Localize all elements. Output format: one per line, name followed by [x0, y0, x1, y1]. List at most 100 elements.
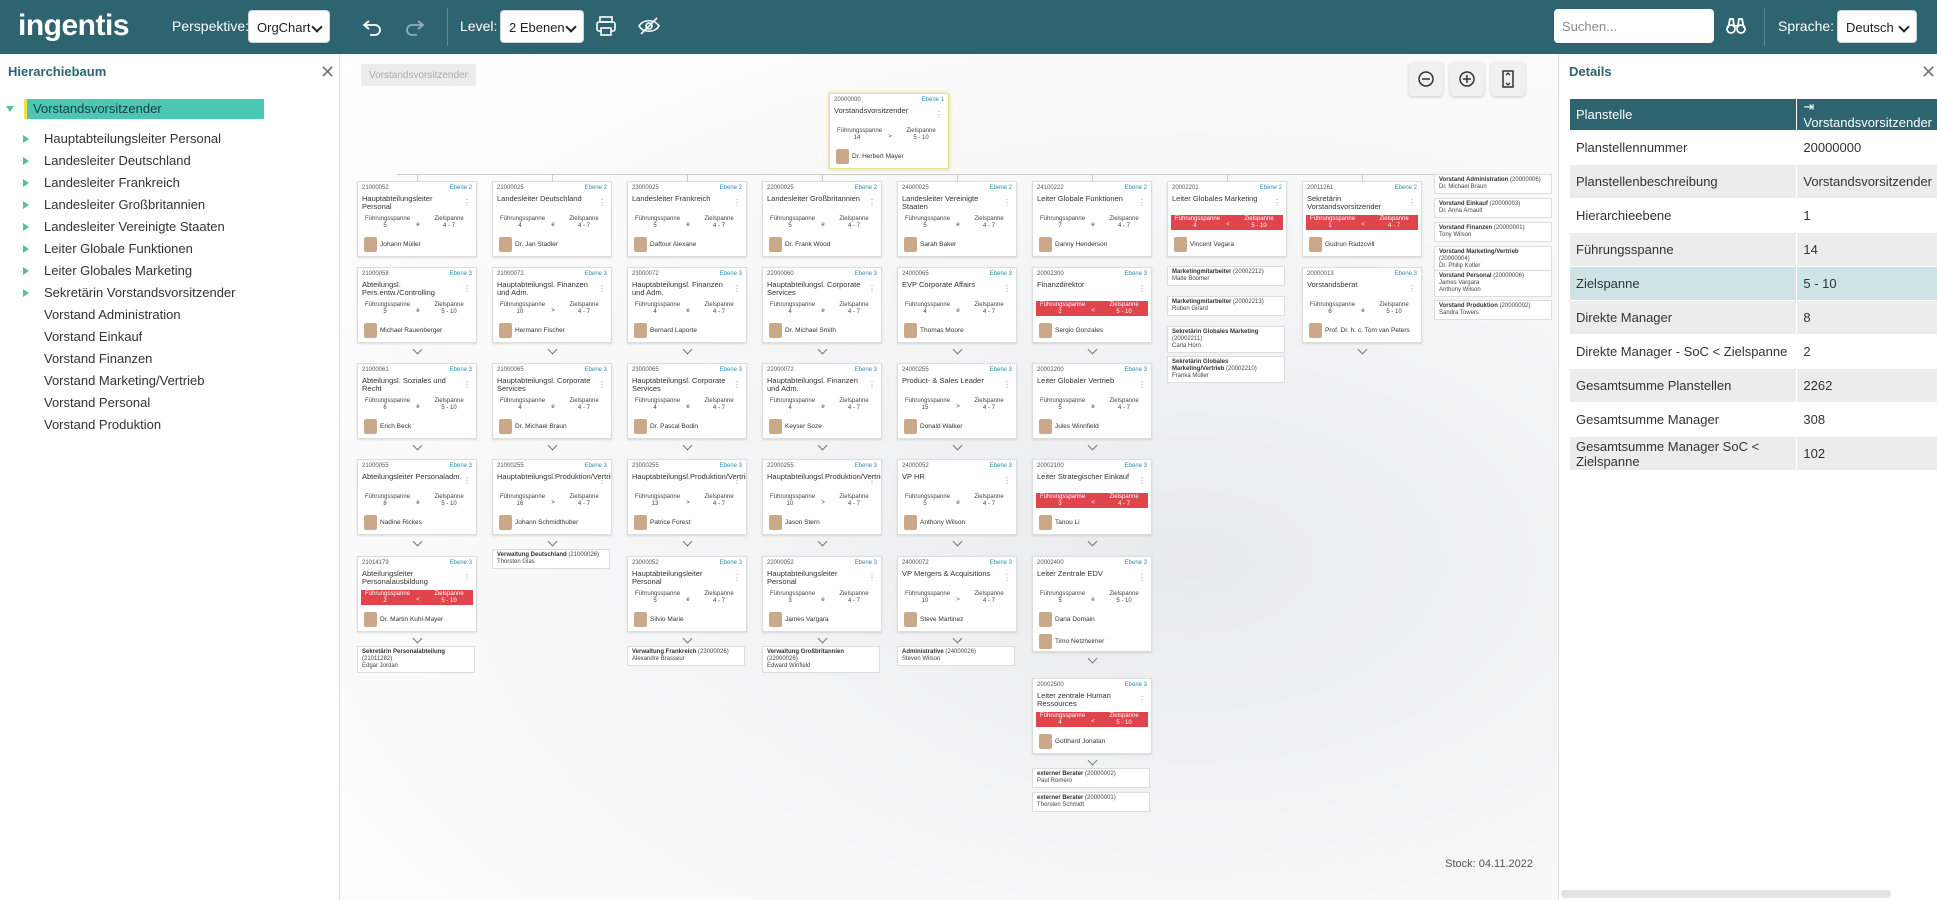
more-options-icon[interactable]: ⋮: [1138, 198, 1146, 207]
tree-item[interactable]: Vorstand Marketing/Vertrieb: [44, 371, 204, 391]
more-options-icon[interactable]: ⋮: [1138, 695, 1146, 704]
person-entry[interactable]: Sarah Baker: [904, 237, 956, 252]
chevron-down-icon[interactable]: [1087, 536, 1098, 547]
person-entry[interactable]: Jason Stern: [769, 515, 820, 530]
redo-icon[interactable]: [403, 14, 429, 40]
tree-item[interactable]: Vorstand Produktion: [44, 415, 161, 435]
staff-box[interactable]: Verwaltung Frankreich (23000026) Alexandr…: [627, 646, 745, 666]
close-icon[interactable]: ✕: [1921, 62, 1936, 83]
person-entry[interactable]: Dr. Herbert Mayer: [836, 149, 904, 164]
more-options-icon[interactable]: ⋮: [598, 476, 606, 485]
more-options-icon[interactable]: ⋮: [463, 476, 471, 485]
hide-icon[interactable]: [637, 14, 663, 40]
tree-item[interactable]: Vorstand Finanzen: [44, 349, 152, 369]
org-card[interactable]: 20002100 Ebene 3 Leiter Strategischer Eink…: [1032, 459, 1152, 535]
more-options-icon[interactable]: ⋮: [1003, 284, 1011, 293]
org-card[interactable]: 23000052 Ebene 3 Hauptabteilungsleiter Per…: [627, 556, 747, 632]
more-options-icon[interactable]: ⋮: [1408, 284, 1416, 293]
org-card[interactable]: 20002400 Ebene 3 Leiter Zentrale EDV ⋮ Führu…: [1032, 556, 1152, 652]
org-card[interactable]: 21000052 Ebene 2 Hauptabteilungsleiter Per…: [357, 181, 477, 257]
person-entry[interactable]: Jules Winnfield: [1039, 419, 1099, 434]
person-entry[interactable]: Dr. Frank Wood: [769, 237, 830, 252]
org-card[interactable]: 21000061 Ebene 3 Abteilungsl. Soziales und…: [357, 363, 477, 439]
org-card[interactable]: 22000060 Ebene 3 Hauptabteilungsl. Corpora…: [762, 267, 882, 343]
org-card[interactable]: 24000052 Ebene 3 VP HR ⋮ Führungsspanne Ziels…: [897, 459, 1017, 535]
expand-caret-icon[interactable]: [23, 201, 29, 209]
expand-caret-icon[interactable]: [23, 289, 29, 297]
more-options-icon[interactable]: ⋮: [1138, 476, 1146, 485]
tree-root-item[interactable]: Vorstandsvorsitzender: [24, 99, 264, 119]
more-options-icon[interactable]: ⋮: [1003, 380, 1011, 389]
chevron-down-icon[interactable]: [682, 536, 693, 547]
person-entry[interactable]: Dr. Jan Stadler: [499, 237, 558, 252]
staff-box[interactable]: Administrative (24000026) Steven Wilson: [897, 646, 1015, 666]
more-options-icon[interactable]: ⋮: [733, 476, 741, 485]
org-card[interactable]: 21000025 Ebene 2 Landesleiter Deutschland ⋮…: [492, 181, 612, 257]
chevron-down-icon[interactable]: [1357, 344, 1368, 355]
org-card[interactable]: 23000072 Ebene 3 Hauptabteilungsl. Finanze…: [627, 267, 747, 343]
staff-box[interactable]: Vorstand Administration (20000006) Dr. Mi…: [1434, 174, 1552, 194]
more-options-icon[interactable]: ⋮: [598, 380, 606, 389]
chevron-down-icon[interactable]: [952, 633, 963, 644]
org-card[interactable]: 24000065 Ebene 3 EVP Corporate Affairs ⋮ Füh…: [897, 267, 1017, 343]
person-entry[interactable]: Johann Müller: [364, 237, 421, 252]
tree-item[interactable]: Landesleiter Deutschland: [23, 151, 191, 171]
staff-box[interactable]: Vorstand Finanzen (20000001) Tony Wilson: [1434, 222, 1552, 242]
chevron-down-icon[interactable]: [817, 344, 828, 355]
person-entry[interactable]: Daftour Alexane: [634, 237, 696, 252]
person-entry[interactable]: Donald Walker: [904, 419, 962, 434]
person-entry[interactable]: Johann Schmidthuber: [499, 515, 578, 530]
chevron-down-icon[interactable]: [1087, 440, 1098, 451]
chevron-down-icon[interactable]: [682, 440, 693, 451]
chevron-down-icon[interactable]: [547, 440, 558, 451]
person-entry[interactable]: Hermann Fischer: [499, 323, 565, 338]
org-card[interactable]: 21000065 Ebene 3 Hauptabteilungsl. Corpora…: [492, 363, 612, 439]
person-entry[interactable]: Dana Domain: [1039, 612, 1095, 627]
expand-caret-icon[interactable]: [23, 179, 29, 187]
person-entry[interactable]: Dr. Michael Smith: [769, 323, 836, 338]
chevron-down-icon[interactable]: [412, 440, 423, 451]
org-card[interactable]: 23000025 Ebene 2 Landesleiter Frankreich ⋮ F…: [627, 181, 747, 257]
org-card[interactable]: 24100222 Ebene 2 Leiter Globale Funktionen…: [1032, 181, 1152, 257]
breadcrumb[interactable]: Vorstandsvorsitzender: [361, 64, 476, 86]
tree-item[interactable]: Sekretärin Vorstandsvorsitzender: [23, 283, 235, 303]
chevron-down-icon[interactable]: [817, 633, 828, 644]
chevron-down-icon[interactable]: [682, 344, 693, 355]
expand-caret-icon[interactable]: [23, 245, 29, 253]
more-options-icon[interactable]: ⋮: [733, 198, 741, 207]
staff-box[interactable]: externer Berater (20000001) Thorsten Schm…: [1032, 792, 1150, 812]
person-entry[interactable]: Silvio Marie: [634, 612, 684, 627]
org-card[interactable]: 21000255 Ebene 3 Hauptabteilungsl.Produkti…: [492, 459, 612, 535]
binoculars-icon[interactable]: [1724, 14, 1750, 40]
org-card[interactable]: 20002300 Ebene 3 Finanzdirektor ⋮ Führungssp…: [1032, 267, 1152, 343]
chevron-down-icon[interactable]: [412, 633, 423, 644]
more-options-icon[interactable]: ⋮: [1003, 476, 1011, 485]
more-options-icon[interactable]: ⋮: [598, 284, 606, 293]
tree-item[interactable]: Vorstand Einkauf: [44, 327, 142, 347]
fit-to-screen-button[interactable]: [1491, 62, 1525, 96]
chevron-down-icon[interactable]: [547, 344, 558, 355]
person-entry[interactable]: Michael Rauenberger: [364, 323, 442, 338]
expand-caret-icon[interactable]: [23, 223, 29, 231]
more-options-icon[interactable]: ⋮: [1003, 198, 1011, 207]
more-options-icon[interactable]: ⋮: [868, 284, 876, 293]
close-icon[interactable]: ✕: [320, 62, 335, 83]
more-options-icon[interactable]: ⋮: [1003, 573, 1011, 582]
person-entry[interactable]: Gotthard Jonatan: [1039, 734, 1105, 749]
person-entry[interactable]: Erich Beck: [364, 419, 411, 434]
more-options-icon[interactable]: ⋮: [868, 198, 876, 207]
tree-item[interactable]: Leiter Globales Marketing: [23, 261, 192, 281]
zoom-in-button[interactable]: [1450, 62, 1484, 96]
person-entry[interactable]: Keyser Soze: [769, 419, 822, 434]
person-entry[interactable]: Sergio Gonzales: [1039, 323, 1103, 338]
chevron-down-icon[interactable]: [547, 536, 558, 547]
person-entry[interactable]: Dr. Pascal Bodin: [634, 419, 698, 434]
chevron-down-icon[interactable]: [412, 536, 423, 547]
staff-box[interactable]: Vorstand Einkauf (20000003) Dr. Anna Arna…: [1434, 198, 1552, 218]
tree-item[interactable]: Vorstand Personal: [44, 393, 150, 413]
search-input[interactable]: Suchen...: [1554, 9, 1714, 43]
org-card[interactable]: 22000052 Ebene 3 Hauptabteilungsleiter Per…: [762, 556, 882, 632]
person-entry[interactable]: Prof. Dr. h. c. Tom van Peters: [1309, 323, 1410, 338]
person-entry[interactable]: Tanou Li: [1039, 515, 1080, 530]
chevron-down-icon[interactable]: [952, 536, 963, 547]
